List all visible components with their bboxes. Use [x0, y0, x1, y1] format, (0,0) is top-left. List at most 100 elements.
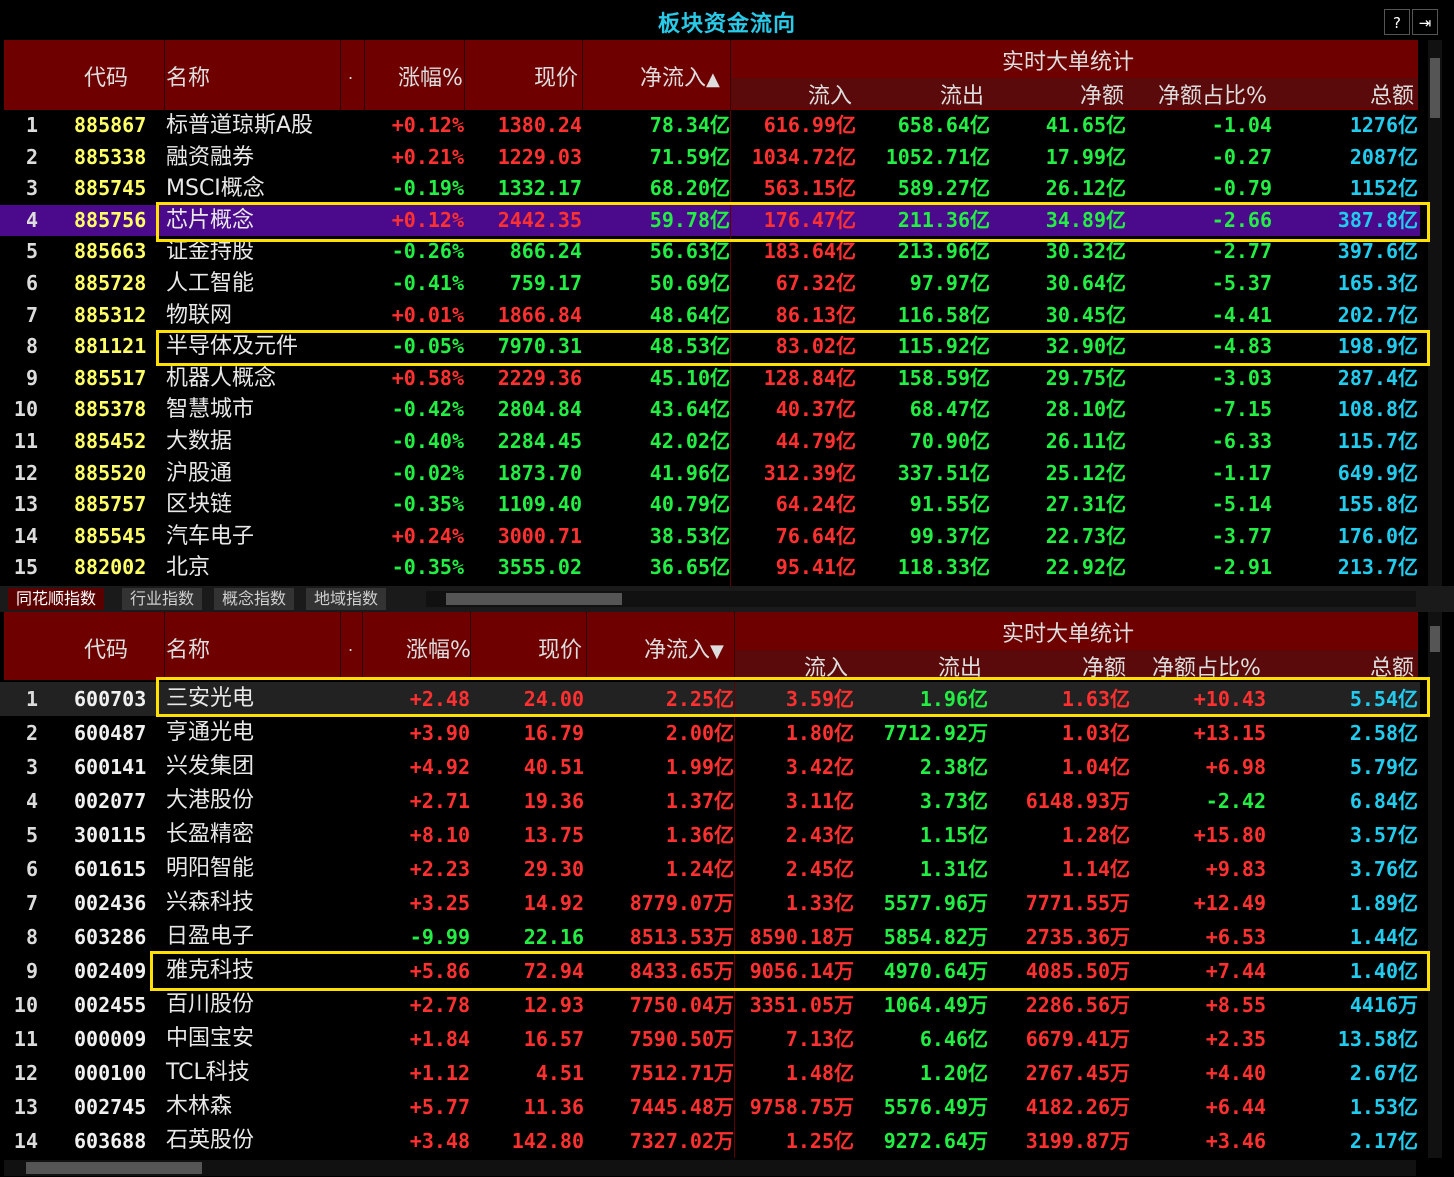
- table-row[interactable]: 9 885517 机器人概念 +0.58% 2229.36 45.10亿 128.84亿 15…: [0, 363, 1420, 395]
- top-hscroll-thumb[interactable]: [446, 593, 622, 605]
- outflow-cell: 158.59亿: [897, 365, 990, 390]
- col-dot-header[interactable]: .: [348, 636, 353, 655]
- name-cell: 人工智能: [166, 271, 255, 296]
- table-row[interactable]: 14 885545 汽车电子 +0.24% 3000.71 38.53亿 76.64亿 99.…: [0, 521, 1420, 553]
- col-outflow-header[interactable]: 流出: [940, 78, 984, 110]
- table-row[interactable]: 7 885312 物联网 +0.01% 1866.84 48.64亿 86.13亿 116.5…: [0, 300, 1420, 332]
- change-cell: -0.40%: [391, 429, 464, 453]
- code-cell: 002077: [74, 789, 147, 813]
- table-row[interactable]: 1 885867 标普道琼斯A股 +0.12% 1380.24 78.34亿 616.99亿…: [0, 110, 1420, 142]
- top-horizontal-scrollbar[interactable]: [426, 591, 1416, 607]
- netpct-cell: -2.91: [1211, 555, 1272, 580]
- table-row[interactable]: 15 882002 北京 -0.35% 3555.02 36.65亿 95.41亿 118.3…: [0, 552, 1420, 584]
- table-row[interactable]: 13 002745 木林森 +5.77 11.36 7445.48万 9758.75万 557…: [0, 1090, 1420, 1124]
- table-row[interactable]: 12 885520 沪股通 -0.02% 1873.70 41.96亿 312.39亿 337…: [0, 458, 1420, 490]
- table-row[interactable]: 11 885452 大数据 -0.40% 2284.45 42.02亿 44.79亿 70.9…: [0, 426, 1420, 458]
- col-name-header[interactable]: 名称: [166, 60, 210, 92]
- col-netpct-header[interactable]: 净额占比%: [1158, 78, 1267, 110]
- tab-industry-index[interactable]: 行业指数: [122, 588, 203, 610]
- col-code-header[interactable]: 代码: [84, 632, 128, 664]
- change-cell: +5.77: [409, 1095, 470, 1119]
- col-dot-header[interactable]: .: [348, 64, 353, 83]
- sort-down-icon: ▼: [710, 641, 724, 662]
- inflow-cell: 67.32亿: [775, 271, 856, 295]
- tab-concept-index[interactable]: 概念指数: [214, 588, 295, 610]
- bottom-horizontal-scrollbar[interactable]: [4, 1160, 1416, 1176]
- name-cell: 明阳智能: [166, 856, 255, 881]
- table-row[interactable]: 14 603688 石英股份 +3.48 142.80 7327.02万 1.25亿 9272…: [0, 1124, 1420, 1158]
- bottom-vertical-scrollbar[interactable]: [1428, 612, 1442, 1158]
- net-cell: 41.65亿: [1045, 113, 1126, 137]
- table-row[interactable]: 10 885378 智慧城市 -0.42% 2804.84 43.64亿 40.37亿 68.…: [0, 394, 1420, 426]
- price-cell: 14.92: [523, 891, 584, 915]
- outflow-cell: 337.51亿: [897, 460, 990, 485]
- outflow-cell: 658.64亿: [897, 113, 990, 137]
- table-row[interactable]: 4 002077 大港股份 +2.71 19.36 1.37亿 3.11亿 3.73亿 6148…: [0, 784, 1420, 818]
- change-cell: +0.21%: [391, 144, 464, 169]
- row-index: 15: [13, 555, 38, 580]
- table-row[interactable]: 2 885338 融资融券 +0.21% 1229.03 71.59亿 1034.72亿 10…: [0, 142, 1420, 174]
- top-vertical-scrollbar[interactable]: [1428, 40, 1442, 586]
- col-change-header[interactable]: 涨幅%: [398, 60, 463, 92]
- col-price-header[interactable]: 现价: [534, 60, 578, 92]
- netflow-cell: 7327.02万: [629, 1129, 734, 1153]
- inflow-cell: 3.11亿: [785, 789, 854, 813]
- table-row[interactable]: 6 601615 明阳智能 +2.23 29.30 1.24亿 2.45亿 1.31亿 1.14…: [0, 852, 1420, 886]
- name-cell: 百川股份: [166, 992, 255, 1017]
- tab-region-index[interactable]: 地域指数: [306, 588, 387, 610]
- netflow-cell: 7750.04万: [629, 993, 734, 1017]
- name-cell: 兴发集团: [166, 754, 255, 779]
- table-row[interactable]: 3 600141 兴发集团 +4.92 40.51 1.99亿 3.42亿 2.38亿 1.04…: [0, 750, 1420, 784]
- netflow-cell: 7445.48万: [629, 1095, 734, 1119]
- highlight-box-semiconductor: [156, 330, 1430, 366]
- col-total-header[interactable]: 总额: [1370, 78, 1414, 110]
- code-cell: 002436: [74, 891, 147, 915]
- inflow-cell: 2.45亿: [785, 857, 854, 881]
- col-net-header[interactable]: 净额: [1080, 78, 1124, 110]
- table-row[interactable]: 6 885728 人工智能 -0.41% 759.17 50.69亿 67.32亿 97.97…: [0, 268, 1420, 300]
- name-cell: MSCI概念: [166, 176, 265, 202]
- netflow-cell: 1.24亿: [665, 857, 734, 881]
- change-cell: +1.84: [409, 1027, 470, 1051]
- total-cell: 213.7亿: [1337, 555, 1418, 580]
- col-change-header[interactable]: 涨幅%: [406, 632, 471, 664]
- tab-ths-index[interactable]: 同花顺指数: [8, 588, 105, 610]
- col-code-header[interactable]: 代码: [84, 60, 128, 92]
- table-row[interactable]: 2 600487 亨通光电 +3.90 16.79 2.00亿 1.80亿 7712.92万 1…: [0, 716, 1420, 750]
- bottom-hscroll-thumb[interactable]: [26, 1162, 202, 1174]
- table-row[interactable]: 11 000009 中国宝安 +1.84 16.57 7590.50万 7.13亿 6.46亿…: [0, 1022, 1420, 1056]
- netflow-cell: 7512.71万: [629, 1061, 734, 1085]
- bottom-vscroll-thumb[interactable]: [1430, 626, 1440, 652]
- table-row[interactable]: 3 885745 MSCI概念 -0.19% 1332.17 68.20亿 563.15亿 5…: [0, 173, 1420, 205]
- inflow-cell: 76.64亿: [775, 523, 856, 548]
- price-cell: 1873.70: [497, 460, 582, 485]
- exit-icon[interactable]: ⇥: [1412, 9, 1438, 35]
- netpct-cell: -6.33: [1211, 429, 1272, 453]
- netpct-cell: +6.98: [1205, 755, 1266, 779]
- col-inflow-header[interactable]: 流入: [808, 78, 852, 110]
- table-row[interactable]: 8 603286 日盈电子 -9.99 22.16 8513.53万 8590.18万 585…: [0, 920, 1420, 954]
- row-index: 11: [13, 1027, 38, 1051]
- table-row[interactable]: 10 002455 百川股份 +2.78 12.93 7750.04万 3351.05万 10…: [0, 988, 1420, 1022]
- name-cell: 亨通光电: [166, 720, 255, 745]
- col-price-header[interactable]: 现价: [538, 632, 582, 664]
- table-row[interactable]: 12 000100 TCL科技 +1.12 4.51 7512.71万 1.48亿 1.20亿…: [0, 1056, 1420, 1090]
- price-cell: 1380.24: [497, 113, 582, 137]
- total-cell: 2087亿: [1349, 144, 1418, 169]
- inflow-cell: 95.41亿: [775, 555, 856, 580]
- total-cell: 2.58亿: [1349, 721, 1418, 745]
- col-netflow-header[interactable]: 净流入▼: [644, 632, 724, 664]
- total-cell: 1.53亿: [1349, 1095, 1418, 1119]
- total-cell: 13.58亿: [1337, 1027, 1418, 1051]
- code-cell: 885338: [74, 144, 147, 169]
- table-row[interactable]: 5 300115 长盈精密 +8.10 13.75 1.36亿 2.43亿 1.15亿 1.28…: [0, 818, 1420, 852]
- table-row[interactable]: 13 885757 区块链 -0.35% 1109.40 40.79亿 64.24亿 91.5…: [0, 489, 1420, 521]
- total-cell: 649.9亿: [1337, 460, 1418, 485]
- table-row[interactable]: 7 002436 兴森科技 +3.25 14.92 8779.07万 1.33亿 5577.9…: [0, 886, 1420, 920]
- row-index: 6: [25, 857, 38, 881]
- top-vscroll-thumb[interactable]: [1430, 58, 1440, 118]
- col-name-header[interactable]: 名称: [166, 632, 210, 664]
- netpct-cell: -1.17: [1211, 460, 1272, 485]
- col-netflow-header[interactable]: 净流入▲: [640, 60, 720, 92]
- help-button[interactable]: ?: [1384, 9, 1410, 35]
